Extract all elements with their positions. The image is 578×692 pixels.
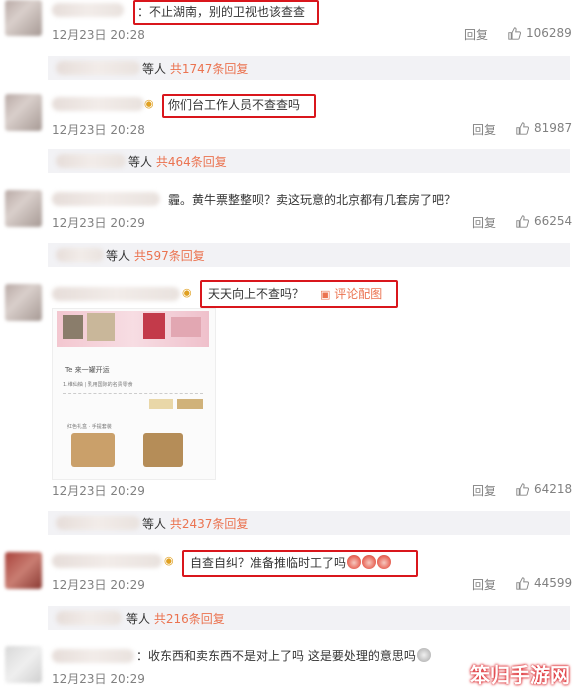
like-count: 106289 [526, 26, 572, 40]
reply-suffix: 等人 [106, 249, 131, 263]
image-product-box-2 [87, 313, 115, 341]
username[interactable] [52, 287, 180, 301]
comment-time: 12月23日 20:28 [52, 123, 145, 137]
reply-suffix: 等人 [128, 155, 153, 169]
reply-summary-row[interactable]: 等人 共597条回复 [48, 243, 570, 267]
image-tag-2 [177, 399, 203, 409]
reply-usernames[interactable] [56, 611, 122, 625]
reply-count[interactable]: 共597条回复 [134, 249, 205, 263]
like-button[interactable]: 44599 [516, 576, 572, 590]
reply-count[interactable]: 共1747条回复 [170, 62, 249, 76]
badge-icon: ◉ [182, 286, 192, 299]
comment-text: 天天向上不查吗？ [208, 287, 305, 301]
reply-suffix: 等人 [142, 62, 167, 76]
username[interactable] [52, 554, 162, 568]
reply-usernames[interactable] [56, 61, 140, 75]
image-box-lower-1 [71, 433, 115, 467]
username[interactable] [52, 649, 134, 663]
comment-time: 12月23日 20:29 [52, 484, 145, 498]
image-line-1: 1.维仙柚 | 乳用国际的名贵零食 [63, 382, 133, 388]
image-product-box-1 [63, 315, 83, 339]
comment-time: 12月23日 20:28 [52, 28, 145, 42]
badge-icon: ◉ [164, 554, 174, 567]
avatar[interactable] [5, 190, 42, 227]
username[interactable] [52, 192, 160, 206]
image-heading: Te 来一罐开运 [65, 366, 110, 374]
emoji-icon [416, 648, 431, 662]
comment-text: 自查自纠？准备推临时工了吗 [190, 555, 392, 571]
comment-time: 12月23日 20:29 [52, 216, 145, 230]
comment-time: 12月23日 20:29 [52, 578, 145, 592]
comment-time: 12月23日 20:29 [52, 672, 145, 686]
avatar[interactable] [5, 646, 42, 683]
reply-summary-row[interactable]: 等人 共464条回复 [48, 149, 570, 173]
comment-text: ：不止湖南，别的卫视也该查查 [137, 5, 306, 19]
emoji-icon [362, 555, 377, 569]
reply-button[interactable]: 回复 [464, 26, 488, 43]
like-button[interactable]: 66254 [516, 214, 572, 228]
avatar[interactable] [5, 0, 42, 36]
avatar[interactable] [5, 284, 42, 321]
badge-icon: ◉ [144, 97, 154, 110]
image-link-label: 评论配图 [334, 287, 383, 301]
image-link[interactable]: ▣ 评论配图 [320, 286, 382, 303]
like-button[interactable]: 106289 [508, 26, 572, 40]
image-box-lower-2 [143, 433, 183, 467]
image-product-box-3 [143, 313, 165, 339]
comment-text-content: ：收东西和卖东西不是对上了吗 这是要处理的意思吗 [136, 649, 416, 663]
reply-summary-row[interactable]: 等人 共1747条回复 [48, 56, 570, 80]
comment-text: ：收东西和卖东西不是对上了吗 这是要处理的意思吗 [136, 648, 431, 664]
reply-suffix: 等人 [142, 517, 167, 531]
reply-usernames[interactable] [56, 516, 140, 530]
comment-text: 你们台工作人员不查查吗 [168, 98, 301, 112]
reply-summary-row[interactable]: 等人 共216条回复 [48, 606, 570, 630]
reply-count[interactable]: 共216条回复 [154, 612, 225, 626]
reply-button[interactable]: 回复 [472, 482, 496, 499]
reply-button[interactable]: 回复 [472, 214, 496, 231]
reply-button[interactable]: 回复 [472, 121, 496, 138]
like-button[interactable]: 64218 [516, 482, 572, 496]
thumbs-up-icon [516, 482, 529, 496]
emoji-icon [347, 555, 362, 569]
username[interactable] [52, 97, 144, 111]
picture-icon: ▣ [320, 288, 331, 301]
like-count: 64218 [534, 482, 573, 496]
comment-text-content: 自查自纠？准备推临时工了吗 [190, 556, 347, 570]
reply-summary-text: 等人 共597条回复 [106, 247, 205, 264]
thumbs-up-icon [508, 26, 521, 40]
comment-text: 霾。黄牛票整整呗？卖这玩意的北京都有几套房了吧？ [168, 193, 457, 207]
like-count: 81987 [534, 121, 573, 135]
reply-count[interactable]: 共2437条回复 [170, 517, 249, 531]
image-tag-1 [149, 399, 173, 409]
thumbs-up-icon [516, 214, 529, 228]
watermark-logo: 笨归手游网 [470, 663, 570, 687]
reply-button[interactable]: 回复 [472, 576, 496, 593]
reply-summary-text: 等人 共2437条回复 [142, 515, 248, 532]
like-button[interactable]: 81987 [516, 121, 572, 135]
like-count: 44599 [534, 576, 573, 590]
avatar[interactable] [5, 552, 42, 589]
reply-summary-text: 等人 共1747条回复 [142, 60, 248, 77]
reply-suffix: 等人 [126, 612, 151, 626]
reply-summary-text: 等人 共216条回复 [126, 610, 225, 627]
reply-summary-text: 等人 共464条回复 [128, 153, 227, 170]
image-product-box-4 [171, 317, 201, 337]
reply-summary-row[interactable]: 等人 共2437条回复 [48, 511, 570, 535]
username[interactable] [52, 3, 124, 17]
thumbs-up-icon [516, 576, 529, 590]
comment-attached-image[interactable]: Te 来一罐开运 1.维仙柚 | 乳用国际的名贵零食 红色礼盒 · 手提套装 [52, 308, 216, 480]
image-line-2: 红色礼盒 · 手提套装 [67, 424, 112, 430]
reply-usernames[interactable] [56, 248, 104, 262]
thumbs-up-icon [516, 121, 529, 135]
emoji-icon [377, 555, 392, 569]
reply-count[interactable]: 共464条回复 [156, 155, 227, 169]
avatar[interactable] [5, 94, 42, 131]
like-count: 66254 [534, 214, 573, 228]
reply-usernames[interactable] [56, 154, 126, 168]
